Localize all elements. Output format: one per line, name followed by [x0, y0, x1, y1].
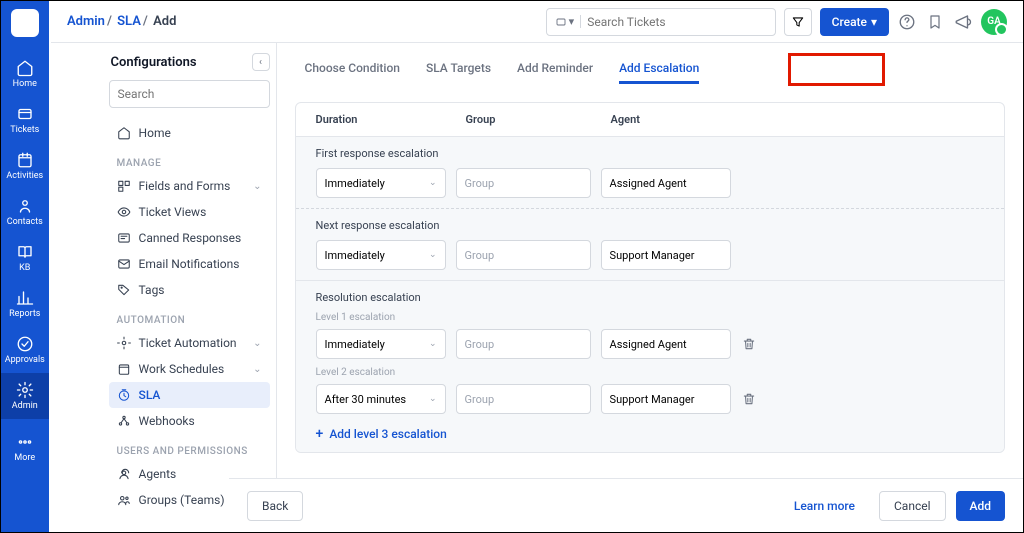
l1-group-input[interactable]: Group: [456, 329, 591, 359]
l1-duration-select[interactable]: Immediately⌄: [316, 329, 446, 359]
wizard-footer: Back Learn more Cancel Add: [229, 478, 1023, 532]
config-sidebar: Configurations ‹ Home MANAGE Fields and …: [99, 43, 277, 532]
webhook-icon: [117, 414, 131, 428]
mail-icon: [117, 257, 131, 271]
help-icon[interactable]: [897, 12, 917, 32]
nav-kb[interactable]: KB: [1, 235, 49, 281]
sla-icon: [117, 388, 131, 402]
l2-delete-button[interactable]: [741, 391, 757, 407]
global-search[interactable]: ▾: [546, 8, 776, 36]
sb-group-manage: MANAGE: [109, 146, 270, 173]
nav-tickets[interactable]: Tickets: [1, 97, 49, 143]
learn-more-link[interactable]: Learn more: [780, 491, 869, 521]
first-group-input[interactable]: Group: [456, 168, 591, 198]
crumb-add: Add: [153, 14, 176, 29]
wizard-tabs: Choose Condition SLA Targets Add Reminde…: [277, 43, 1023, 94]
sb-ticket-views[interactable]: Ticket Views: [109, 199, 270, 225]
l2-group-input[interactable]: Group: [456, 384, 591, 414]
tab-targets[interactable]: SLA Targets: [426, 61, 491, 84]
nav-more[interactable]: More: [1, 425, 49, 471]
sb-group-automation: AUTOMATION: [109, 303, 270, 330]
create-button[interactable]: Create▾: [820, 8, 889, 36]
sb-webhooks[interactable]: Webhooks: [109, 408, 270, 434]
sidebar-title: Configurations: [109, 55, 270, 70]
first-agent-select[interactable]: Assigned Agent: [601, 168, 731, 198]
back-button[interactable]: Back: [247, 491, 303, 521]
next-group-input[interactable]: Group: [456, 240, 591, 270]
level1-label: Level 1 escalation: [316, 312, 984, 323]
agent-icon: [117, 467, 131, 481]
plus-icon: +: [316, 426, 324, 442]
sb-tags[interactable]: Tags: [109, 277, 270, 303]
sb-sla[interactable]: SLA: [109, 382, 270, 408]
tag-icon: [117, 283, 131, 297]
nav-admin[interactable]: Admin: [1, 373, 49, 419]
calendar-icon: [117, 362, 131, 376]
auto-icon: [117, 336, 131, 350]
tab-reminder[interactable]: Add Reminder: [517, 61, 593, 84]
escalation-panel: Duration Group Agent First response esca…: [295, 102, 1005, 453]
sidebar-search[interactable]: [109, 80, 270, 108]
l2-duration-select[interactable]: After 30 minutes⌄: [316, 384, 446, 414]
nav-approvals[interactable]: Approvals: [1, 327, 49, 373]
sb-ticket-auto[interactable]: Ticket Automation⌄: [109, 330, 270, 356]
add-level3-link[interactable]: +Add level 3 escalation: [316, 426, 984, 442]
group-icon: [117, 493, 131, 507]
tab-escalation[interactable]: Add Escalation: [619, 61, 699, 84]
first-duration-select[interactable]: Immediately⌄: [316, 168, 446, 198]
search-input[interactable]: [587, 15, 766, 29]
crumb-admin[interactable]: Admin: [67, 14, 105, 29]
level2-label: Level 2 escalation: [316, 367, 984, 378]
nav-activities[interactable]: Activities: [1, 143, 49, 189]
breadcrumb: Admin/ SLA/ Add: [67, 14, 176, 29]
l1-delete-button[interactable]: [741, 336, 757, 352]
add-button[interactable]: Add: [956, 491, 1005, 521]
next-agent-select[interactable]: Support Manager: [601, 240, 731, 270]
nav-contacts[interactable]: Contacts: [1, 189, 49, 235]
l2-agent-select[interactable]: Support Manager: [601, 384, 731, 414]
sb-group-users: USERS AND PERMISSIONS: [109, 434, 270, 461]
nav-reports[interactable]: Reports: [1, 281, 49, 327]
search-scope[interactable]: ▾: [555, 15, 582, 28]
next-duration-select[interactable]: Immediately⌄: [316, 240, 446, 270]
col-agent: Agent: [611, 113, 984, 126]
l1-agent-select[interactable]: Assigned Agent: [601, 329, 731, 359]
announce-icon[interactable]: [953, 12, 973, 32]
home-icon: [117, 126, 131, 140]
app-logo[interactable]: [11, 9, 39, 37]
chevron-down-icon: ⌄: [253, 181, 261, 192]
fields-icon: [117, 179, 131, 193]
user-avatar[interactable]: GA: [981, 9, 1007, 35]
nav-home[interactable]: Home: [1, 51, 49, 97]
sb-email-notif[interactable]: Email Notifications: [109, 251, 270, 277]
chevron-down-icon: ⌄: [253, 338, 261, 349]
first-response-title: First response escalation: [316, 147, 984, 160]
eye-icon: [117, 205, 131, 219]
col-group: Group: [466, 113, 611, 126]
tab-condition[interactable]: Choose Condition: [305, 61, 400, 84]
sb-work-sched[interactable]: Work Schedules⌄: [109, 356, 270, 382]
sb-canned[interactable]: Canned Responses: [109, 225, 270, 251]
sidebar-collapse[interactable]: ‹: [252, 53, 270, 71]
filter-button[interactable]: [784, 8, 812, 36]
sb-home[interactable]: Home: [109, 120, 270, 146]
bookmark-icon[interactable]: [925, 12, 945, 32]
canned-icon: [117, 231, 131, 245]
topbar: Admin/ SLA/ Add ▾ Create▾ GA: [51, 1, 1023, 43]
sb-fields[interactable]: Fields and Forms⌄: [109, 173, 270, 199]
resolution-title: Resolution escalation: [316, 291, 984, 304]
next-response-title: Next response escalation: [316, 219, 984, 232]
col-duration: Duration: [316, 113, 466, 126]
chevron-down-icon: ⌄: [253, 364, 261, 375]
cancel-button[interactable]: Cancel: [879, 491, 946, 521]
crumb-sla[interactable]: SLA: [117, 14, 141, 29]
